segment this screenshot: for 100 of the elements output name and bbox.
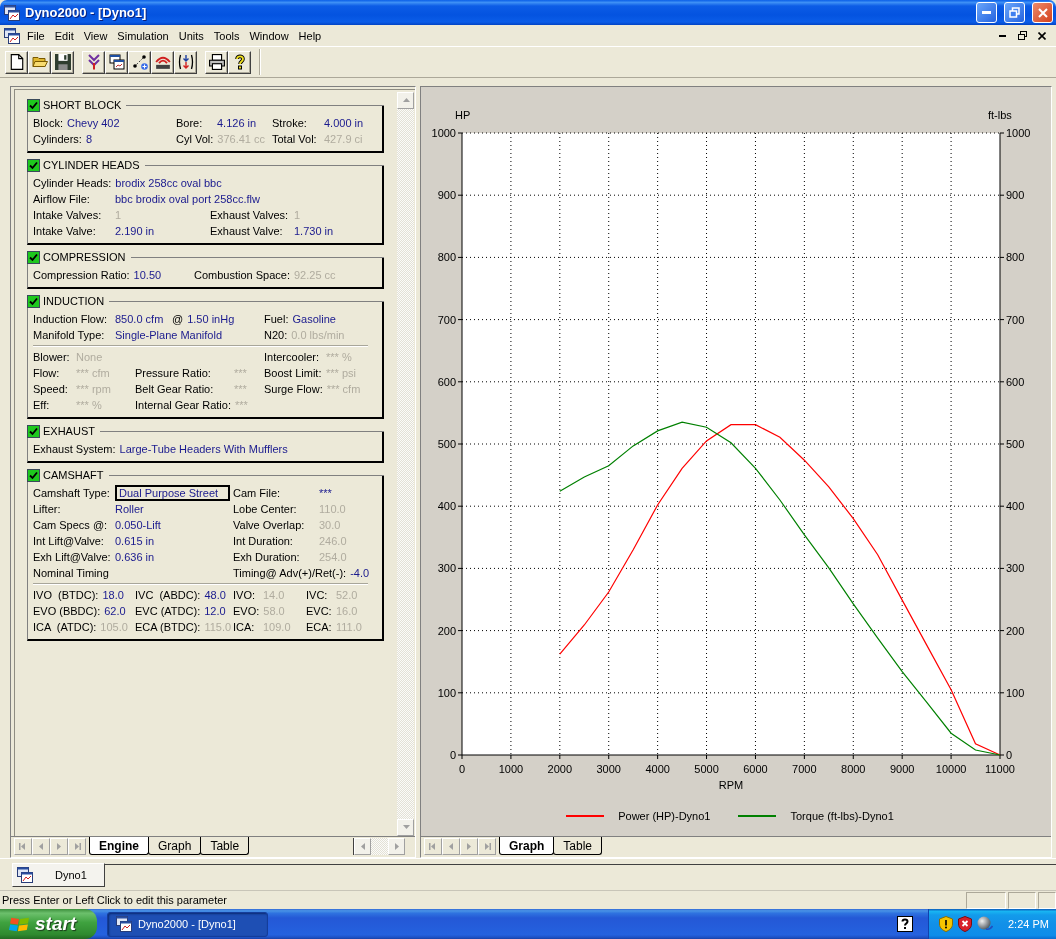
menu-item[interactable]: Tools (208, 26, 245, 45)
field-value[interactable]: 10.50 (133, 267, 162, 283)
field-label: Cam File: (233, 486, 282, 501)
field-label: Int Lift@Valve: (33, 534, 105, 549)
taskbar-button[interactable]: Dyno2000 - [Dyno1] (107, 911, 268, 937)
menu-item[interactable]: View (78, 26, 113, 45)
sphere-icon[interactable] (977, 916, 993, 932)
field-label: Timing@ Adv(+)/Ret(-): (233, 566, 347, 581)
field-value[interactable]: 850.0 cfm (115, 311, 164, 327)
field-value[interactable]: 8 (85, 131, 93, 147)
field-value[interactable]: -4.0 (350, 565, 370, 581)
field-value[interactable]: bbc brodix oval port 258cc.flw (115, 191, 260, 207)
field-value[interactable]: Chevy 402 (66, 115, 120, 131)
field-label: Exhaust Valve: (210, 224, 284, 239)
toolbar-button[interactable] (174, 50, 197, 74)
field-value[interactable]: 1.730 in (294, 223, 334, 239)
scroll-right-button[interactable] (388, 838, 405, 855)
sheet-tab[interactable]: Graph (499, 837, 555, 855)
first-sheet-button[interactable] (424, 838, 442, 855)
help-icon[interactable] (897, 916, 913, 932)
field-value[interactable]: Large-Tube Headers With Mufflers (119, 441, 288, 457)
menu-item[interactable]: File (22, 26, 50, 45)
checkbox[interactable] (27, 98, 40, 112)
scroll-down-button[interactable] (397, 819, 414, 836)
document-tab[interactable]: Dyno1 (12, 863, 105, 887)
checkbox[interactable] (27, 424, 40, 438)
field-value[interactable]: 0.615 in (115, 533, 155, 549)
toolbar-button[interactable] (82, 50, 105, 74)
status-panel (1038, 891, 1056, 909)
warning-shield-icon[interactable] (939, 916, 953, 932)
field-value[interactable]: Gasoline (292, 311, 336, 327)
scroll-left-button[interactable] (354, 838, 371, 855)
field-value[interactable]: *** (319, 485, 332, 501)
axis-tick-label: 3000 (596, 763, 621, 775)
toolbar-button[interactable] (128, 50, 151, 74)
next-sheet-button[interactable] (50, 838, 68, 855)
toolbar-button[interactable] (5, 50, 28, 74)
field-value[interactable]: 18.0 (102, 587, 124, 603)
vertical-scrollbar[interactable] (397, 92, 414, 836)
field-value[interactable]: 2.190 in (115, 223, 155, 239)
axis-tick-label: 300 (437, 562, 456, 575)
next-sheet-button[interactable] (460, 838, 478, 855)
toolbar-button[interactable] (28, 50, 51, 74)
menu-item[interactable]: Simulation (112, 26, 174, 45)
last-sheet-button[interactable] (478, 838, 496, 855)
toolbar-button[interactable] (228, 50, 251, 74)
field-value[interactable]: Roller (115, 501, 144, 517)
toolbar-button[interactable] (51, 50, 74, 74)
sheet-tab[interactable]: Table (553, 837, 603, 855)
checkbox[interactable] (27, 468, 40, 482)
field-label: Total Vol: (272, 132, 318, 147)
toolbar-button[interactable] (105, 50, 128, 74)
menu-item[interactable]: Help (293, 26, 327, 45)
scroll-up-button[interactable] (397, 92, 414, 109)
field-label: IVC: (306, 588, 329, 603)
checkbox[interactable] (27, 250, 40, 264)
field-value[interactable]: 0.636 in (115, 549, 155, 565)
field-label: Speed: (33, 382, 69, 397)
axis-tick-label: 2000 (547, 763, 573, 775)
field-value[interactable]: 1.50 inHg (187, 311, 235, 327)
left-arrow-icon (358, 842, 367, 851)
field-value[interactable]: 62.0 (104, 603, 126, 619)
menu-item[interactable]: Edit (49, 26, 79, 45)
open-folder-icon (31, 54, 48, 70)
window-title: Dyno2000 - [Dyno1] (25, 5, 148, 20)
axis-tick-label: 8000 (841, 763, 866, 775)
field-label: Valve Overlap: (233, 518, 306, 533)
left-arrow-icon (37, 842, 45, 851)
field-label: Pressure Ratio: (135, 366, 212, 381)
axis-tick-label: 600 (437, 375, 456, 388)
field-value[interactable]: brodix 258cc oval bbc (115, 175, 222, 191)
alert-shield-icon[interactable] (958, 916, 972, 932)
axis-tick-label: 9000 (889, 763, 915, 775)
left-arrow-icon (447, 842, 455, 851)
field-value[interactable]: 48.0 (204, 587, 226, 603)
previous-sheet-button[interactable] (32, 838, 50, 855)
last-sheet-button[interactable] (68, 838, 86, 855)
sheet-tab[interactable]: Engine (89, 837, 149, 855)
field-value[interactable]: 4.000 in (324, 115, 364, 131)
first-sheet-button[interactable] (14, 838, 32, 855)
toolbar-button[interactable] (151, 50, 174, 74)
stacked-windows-icon (108, 54, 125, 70)
field-value[interactable]: 0.050-Lift (115, 517, 161, 533)
toolbar-button[interactable] (205, 50, 228, 74)
sheet-tab[interactable]: Table (200, 837, 250, 855)
horizontal-scrollbar[interactable] (353, 838, 405, 855)
field-value[interactable]: Single-Plane Manifold (115, 327, 222, 343)
checkbox[interactable] (27, 294, 40, 308)
minimize-icon (982, 11, 991, 14)
axis-tick-label: 900 (1006, 189, 1025, 202)
field-value[interactable]: Dual Purpose Street (115, 485, 230, 501)
field-label: Surge Flow: (264, 382, 323, 397)
right-arrow-icon (465, 842, 473, 851)
menu-item[interactable]: Window (244, 26, 294, 45)
field-value[interactable]: 12.0 (204, 603, 226, 619)
checkbox[interactable] (27, 158, 40, 172)
field-value[interactable]: 4.126 in (217, 115, 257, 131)
field-label: Flow: (33, 366, 61, 381)
menu-item[interactable]: Units (173, 26, 209, 45)
previous-sheet-button[interactable] (442, 838, 460, 855)
